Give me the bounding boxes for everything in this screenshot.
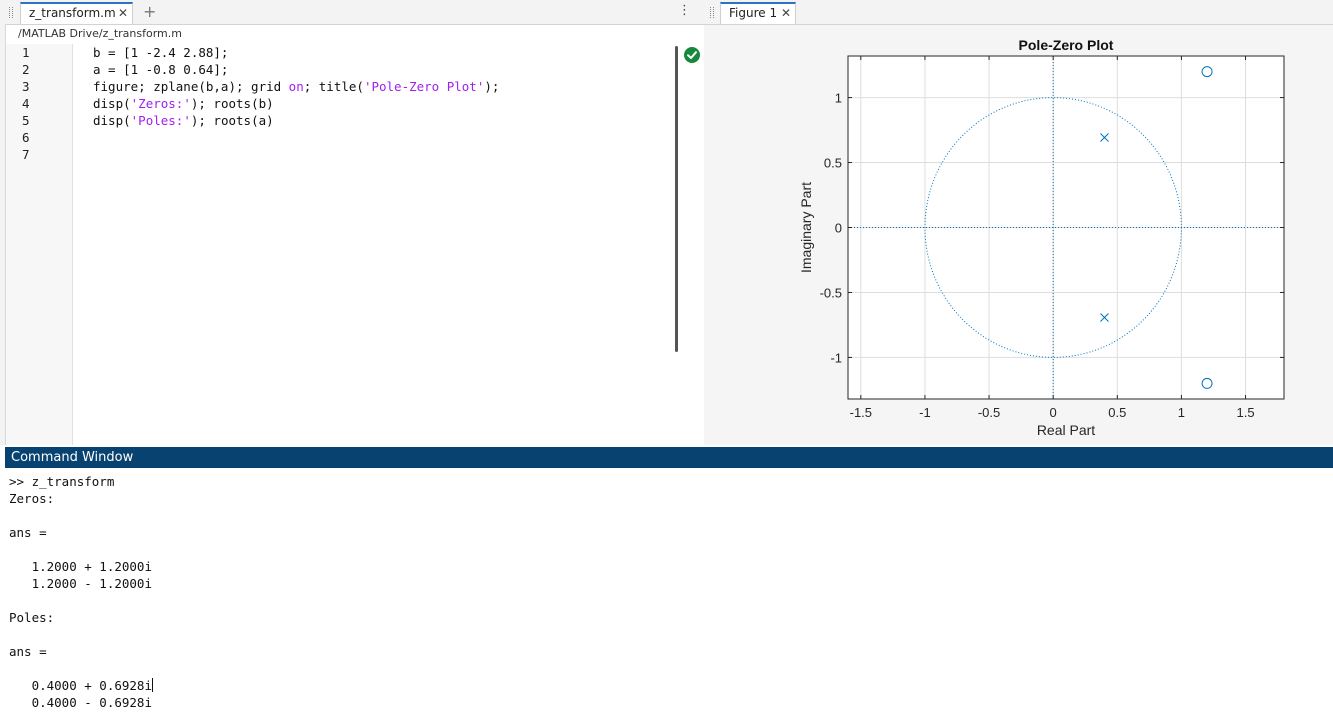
line-number: 4 bbox=[22, 96, 30, 111]
command-output-line: Zeros: bbox=[9, 490, 54, 507]
command-output-text: 1.2000 - 1.2000i bbox=[9, 576, 152, 591]
y-tick-label: 0.5 bbox=[824, 156, 842, 171]
y-tick-label: -1 bbox=[830, 350, 842, 365]
panel-grip-icon[interactable] bbox=[9, 7, 13, 18]
code-token: ); bbox=[484, 79, 500, 94]
code-token: figure; zplane(b,a); grid bbox=[93, 79, 289, 94]
command-output-line: 0.4000 - 0.6928i bbox=[9, 694, 152, 711]
line-number: 7 bbox=[22, 147, 30, 162]
command-output-line: 0.4000 + 0.6928i bbox=[9, 677, 153, 694]
command-output-text: 1.2000 + 1.2000i bbox=[9, 559, 152, 574]
line-number: 2 bbox=[22, 62, 30, 77]
x-tick-label: 0 bbox=[1050, 405, 1057, 420]
command-window-body[interactable]: >> z_transform Zeros: ans = 1.2000 + 1.200… bbox=[5, 468, 1333, 720]
close-icon[interactable]: ✕ bbox=[118, 4, 128, 23]
line-number: 6 bbox=[22, 130, 30, 145]
tab-figure-1[interactable]: Figure 1 ✕ bbox=[720, 2, 796, 24]
command-window-title: Command Window bbox=[11, 450, 134, 465]
code-string-token: 'Poles:' bbox=[130, 113, 191, 128]
command-output-line: Poles: bbox=[9, 609, 54, 626]
file-path: /MATLAB Drive/z_transform.m bbox=[18, 27, 182, 40]
command-output-text: ans = bbox=[9, 644, 47, 659]
x-tick-label: 0.5 bbox=[1108, 405, 1126, 420]
command-output-text: >> z_transform bbox=[9, 474, 115, 489]
y-tick-label: 0 bbox=[835, 221, 842, 236]
editor-scrollbar[interactable] bbox=[675, 46, 678, 352]
add-tab-icon[interactable]: + bbox=[143, 2, 156, 21]
line-number: 5 bbox=[22, 113, 30, 128]
line-number: 3 bbox=[22, 79, 30, 94]
code-token: ); roots(a) bbox=[190, 113, 274, 128]
command-output-line: 1.2000 + 1.2000i bbox=[9, 558, 152, 575]
x-tick-label: -1.5 bbox=[850, 405, 872, 420]
close-icon[interactable]: ✕ bbox=[781, 4, 791, 23]
code-token: b = [1 -2.4 2.88]; bbox=[93, 45, 229, 60]
x-tick-label: 1.5 bbox=[1236, 405, 1254, 420]
editor-pane: z_transform.m ✕ + ⋮ /MATLAB Drive/z_tran… bbox=[0, 0, 705, 445]
command-output-text: 0.4000 - 0.6928i bbox=[9, 695, 152, 710]
tab-z-transform[interactable]: z_transform.m ✕ bbox=[20, 2, 133, 24]
code-token: disp( bbox=[93, 96, 131, 111]
figure-pane: Figure 1 ✕ -1.5 -1 -0.5 0 0.5 1 1.5 -1 -0.5 0 0.5 1… bbox=[704, 0, 1333, 445]
chart-title: Pole-Zero Plot bbox=[1019, 37, 1114, 53]
command-output-text: ans = bbox=[9, 525, 47, 540]
code-line[interactable]: disp('Poles:'); roots(a) bbox=[93, 112, 274, 129]
panel-grip-icon[interactable] bbox=[710, 7, 714, 18]
check-icon bbox=[687, 51, 697, 59]
code-line[interactable]: figure; zplane(b,a); grid on; title('Pol… bbox=[93, 78, 499, 95]
command-output-text: 0.4000 + 0.6928i bbox=[9, 678, 152, 693]
x-tick-label: 1 bbox=[1178, 405, 1185, 420]
line-number: 1 bbox=[22, 45, 30, 60]
code-string-token: 'Pole-Zero Plot' bbox=[363, 79, 485, 94]
figure-tabbar: Figure 1 ✕ bbox=[704, 0, 1333, 25]
command-output-line: 1.2000 - 1.2000i bbox=[9, 575, 152, 592]
more-options-icon[interactable]: ⋮ bbox=[678, 3, 691, 18]
command-window-header: Command Window bbox=[5, 447, 1333, 468]
code-line[interactable]: b = [1 -2.4 2.88]; bbox=[93, 44, 228, 61]
command-output-line: >> z_transform bbox=[9, 473, 114, 490]
code-line[interactable]: a = [1 -0.8 0.64]; bbox=[93, 61, 228, 78]
code-token: disp( bbox=[93, 113, 131, 128]
code-string-token: on bbox=[288, 79, 304, 94]
code-line[interactable]: disp('Zeros:'); roots(b) bbox=[93, 95, 274, 112]
tab-title: z_transform.m bbox=[29, 6, 116, 20]
code-string-token: 'Zeros:' bbox=[130, 96, 191, 111]
y-tick-label: -0.5 bbox=[820, 285, 842, 300]
y-tick-label: 1 bbox=[835, 91, 842, 106]
x-tick-label: -1 bbox=[919, 405, 931, 420]
code-token: ); roots(b) bbox=[190, 96, 274, 111]
tab-title: Figure 1 bbox=[729, 6, 778, 20]
text-caret bbox=[152, 678, 153, 692]
command-output-line: ans = bbox=[9, 524, 47, 541]
command-output-line: ans = bbox=[9, 643, 47, 660]
x-tick-label: -0.5 bbox=[978, 405, 1000, 420]
x-axis-label: Real Part bbox=[1037, 422, 1095, 438]
code-token: ; title( bbox=[303, 79, 364, 94]
pole-zero-plot[interactable]: -1.5 -1 -0.5 0 0.5 1 1.5 -1 -0.5 0 0.5 1 Pole-Zero P… bbox=[704, 24, 1333, 445]
y-axis-label: Imaginary Part bbox=[798, 182, 814, 273]
command-output-text: Zeros: bbox=[9, 491, 55, 506]
editor-tabbar: z_transform.m ✕ + ⋮ bbox=[0, 0, 704, 25]
code-token: a = [1 -0.8 0.64]; bbox=[93, 62, 229, 77]
code-ok-check-icon[interactable] bbox=[684, 47, 700, 63]
command-output-text: Poles: bbox=[9, 610, 55, 625]
